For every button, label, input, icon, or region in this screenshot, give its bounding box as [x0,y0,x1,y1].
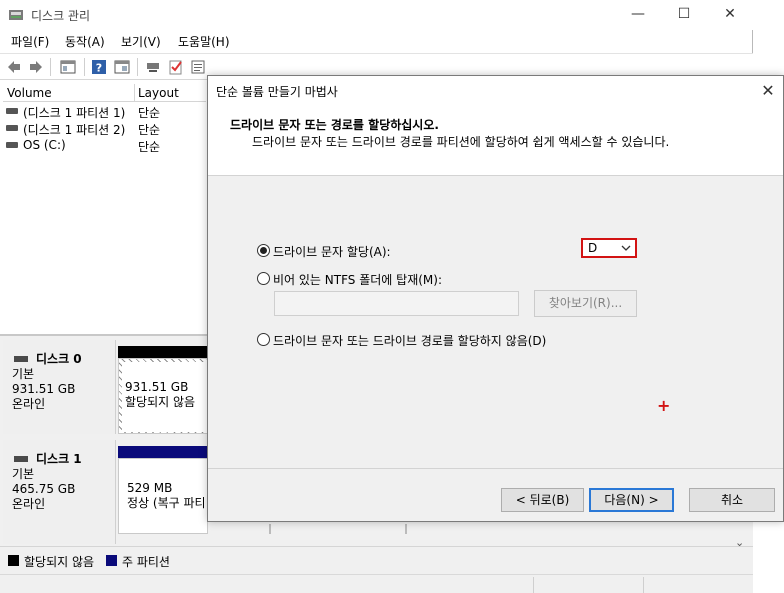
close-button[interactable]: ✕ [707,0,753,30]
drive-letter-select[interactable]: D [581,238,637,258]
back-button[interactable]: < 뒤로(B) [501,488,584,512]
volume-row[interactable]: (디스크 1 파티션 1) 단순 [3,103,206,120]
disk-0-label[interactable]: 디스크 0 기본 931.51 GB 온라인 [3,340,116,434]
volume-name: (디스크 1 파티션 2) [23,123,126,137]
partition-status: 할당되지 않음 [125,395,196,409]
back-icon[interactable] [6,59,22,75]
maximize-button[interactable]: ☐ [661,0,707,30]
volume-disk-icon [6,142,18,148]
column-divider [134,84,135,102]
partition-info: 931.51 GB 할당되지 않음 [122,362,208,432]
disk-name: 디스크 1 [14,452,115,467]
forward-icon[interactable] [28,59,44,75]
legend-unallocated: 할당되지 않음 [24,555,95,569]
properties-icon[interactable] [190,59,206,75]
console-tree-icon[interactable] [60,59,76,75]
no-letter-radio[interactable] [257,333,270,346]
new-simple-volume-wizard: 단순 볼륨 만들기 마법사 ✕ 드라이브 문자 또는 경로를 할당하십시오. 드… [207,75,784,522]
primary-partition-bar [118,446,208,458]
unallocated-swatch-icon [8,555,19,566]
volume-disk-icon [6,108,18,114]
partition-divider [269,524,271,534]
wizard-footer-divider [208,468,783,469]
show-pane-icon[interactable] [114,59,130,75]
volume-name: (디스크 1 파티션 1) [23,106,126,120]
volume-layout: 단순 [138,106,161,120]
unallocated-partition[interactable]: 931.51 GB 할당되지 않음 [118,358,208,434]
help-icon[interactable]: ? [91,59,107,75]
cancel-button[interactable]: 취소 [689,488,775,512]
status-divider [533,577,534,593]
wizard-title: 단순 볼륨 만들기 마법사 [216,85,338,99]
ntfs-folder-path-input[interactable] [274,291,519,316]
disk-type: 기본 [12,367,35,381]
chevron-down-icon [621,245,631,251]
mount-folder-radio[interactable] [257,272,270,285]
title-bar: 디스크 관리 — ☐ ✕ [0,0,753,30]
partition-divider [405,524,407,534]
partition-status: 정상 (복구 파티 [127,496,206,510]
toolbar-separator [84,58,85,76]
partition-info: 529 MB 정상 (복구 파티 [122,477,208,515]
disk-management-app-icon [9,10,23,20]
unallocated-bar [118,346,208,358]
partition-size: 529 MB [127,481,173,495]
volume-layout: 단순 [138,140,161,154]
assign-letter-radio[interactable] [257,244,270,257]
next-button[interactable]: 다음(N) > [589,488,674,512]
column-volume[interactable]: Volume [7,86,52,100]
browse-button[interactable]: 찾아보기(R)... [534,290,637,317]
partition-size: 931.51 GB [125,380,189,394]
wizard-heading: 드라이브 문자 또는 경로를 할당하십시오. [230,118,439,132]
volume-name: OS (C:) [23,138,66,152]
svg-text:?: ? [96,62,102,75]
volume-row[interactable]: OS (C:) 단순 [3,137,206,154]
disk-size: 465.75 GB [12,482,76,496]
wizard-title-bar: 단순 볼륨 만들기 마법사 ✕ [208,76,783,106]
cursor-crosshair-icon: + [657,396,671,415]
disk-type: 기본 [12,467,35,481]
legend-primary: 주 파티션 [122,555,170,569]
no-letter-label[interactable]: 드라이브 문자 또는 드라이브 경로를 할당하지 않음(D) [273,332,546,349]
menu-view[interactable]: 보기(V) [121,33,161,50]
disk-status: 온라인 [12,397,46,411]
wizard-subheading: 드라이브 문자 또는 드라이브 경로를 파티션에 할당하여 쉽게 액세스할 수 … [252,135,670,149]
volume-disk-icon [6,125,18,131]
volume-row[interactable]: (디스크 1 파티션 2) 단순 [3,120,206,137]
disk-status: 온라인 [12,497,46,511]
legend-bar: 할당되지 않음 주 파티션 [0,546,753,574]
mount-folder-label[interactable]: 비어 있는 NTFS 폴더에 탑재(M): [273,271,442,288]
menu-help[interactable]: 도움말(H) [178,33,230,50]
primary-swatch-icon [106,555,117,566]
toolbar-separator [50,58,51,76]
check-icon[interactable] [168,59,184,75]
menu-bar: 파일(F) 동작(A) 보기(V) 도움말(H) [0,30,753,52]
disk-1-label[interactable]: 디스크 1 기본 465.75 GB 온라인 [3,440,116,544]
column-layout[interactable]: Layout [138,86,179,100]
disk-size: 931.51 GB [12,382,76,396]
wizard-close-button[interactable]: ✕ [753,76,783,106]
toolbar-separator [137,58,138,76]
menu-file[interactable]: 파일(F) [11,33,49,50]
status-divider [643,577,644,593]
volume-list-header: Volume Layout [3,84,206,102]
volume-layout: 단순 [138,123,161,137]
menu-action[interactable]: 동작(A) [65,33,105,50]
wizard-header: 드라이브 문자 또는 경로를 할당하십시오. 드라이브 문자 또는 드라이브 경… [208,106,783,176]
recovery-partition[interactable]: 529 MB 정상 (복구 파티 [118,458,208,534]
assign-letter-label[interactable]: 드라이브 문자 할당(A): [273,243,391,260]
connect-icon[interactable] [145,59,161,75]
minimize-button[interactable]: — [615,0,661,30]
disk-name: 디스크 0 [14,352,115,367]
drive-letter-value: D [588,241,598,255]
status-bar [0,574,753,593]
window-title: 디스크 관리 [31,9,91,23]
